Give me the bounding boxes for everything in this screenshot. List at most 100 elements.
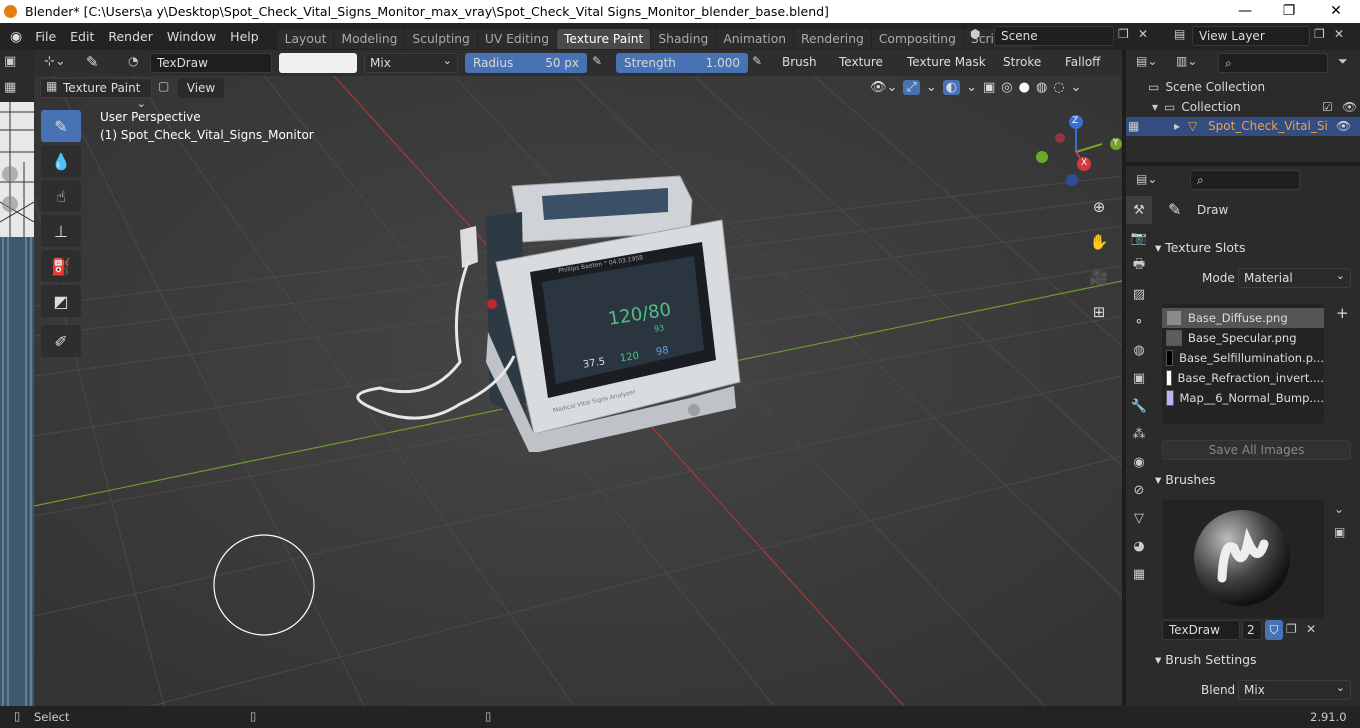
outliner-display-mode-icon[interactable]: ▥⌄	[1176, 54, 1197, 68]
tab-modeling[interactable]: Modeling	[334, 28, 405, 49]
brush-menu[interactable]: Brush	[777, 53, 829, 73]
texture-slots-panel-header[interactable]: ▾ Texture Slots	[1155, 237, 1355, 259]
tab-animation[interactable]: Animation	[716, 28, 794, 49]
tab-texture-paint[interactable]: Texture Paint	[557, 28, 651, 49]
tab-sculpting[interactable]: Sculpting	[405, 28, 477, 49]
menu-file[interactable]: File	[28, 29, 63, 44]
radius-pressure-icon[interactable]: ✎	[592, 54, 602, 68]
editor-type-icon[interactable]: ▣	[4, 54, 16, 69]
strength-pressure-icon[interactable]: ✎	[752, 54, 762, 68]
tab-texture[interactable]: ▦	[1126, 560, 1152, 588]
collection-checkbox[interactable]: ☑	[1322, 98, 1333, 116]
expand-icon[interactable]: ▸	[1174, 117, 1180, 136]
smear-tool[interactable]: ☝	[41, 180, 81, 212]
blender-menu-icon[interactable]: ◉	[10, 29, 22, 45]
texture-slot[interactable]: Base_Diffuse.png	[1162, 308, 1324, 328]
brush-preview-box[interactable]	[1162, 500, 1324, 618]
texture-slot[interactable]: Base_Selfillumination.p...	[1162, 348, 1324, 368]
new-scene-icon[interactable]: ❐	[1118, 27, 1129, 41]
fill-tool[interactable]: ⛽	[41, 250, 81, 282]
pan-button[interactable]: ✋	[1086, 229, 1112, 255]
outliner-collection[interactable]: ▾ ▭ Collection ☑ 👁	[1152, 98, 1360, 116]
delete-view-layer-icon[interactable]: ✕	[1334, 27, 1344, 41]
outliner-object-row[interactable]: ▦ ▸ ▽ Spot_Check_Vital_Si 👁	[1126, 117, 1360, 136]
3d-viewport[interactable]: User Perspective (1) Spot_Check_Vital_Si…	[34, 76, 1122, 706]
tab-object[interactable]: ▣	[1126, 364, 1152, 392]
outliner-scene-collection[interactable]: ▭ Scene Collection	[1148, 78, 1265, 96]
camera-view-button[interactable]: 🎥	[1086, 264, 1112, 290]
tab-world[interactable]: ◍	[1126, 336, 1152, 364]
brush-tool-icon[interactable]: ✎	[86, 53, 99, 71]
tab-rendering[interactable]: Rendering	[794, 28, 871, 49]
brush-color-swatch[interactable]	[279, 53, 357, 73]
menu-window[interactable]: Window	[160, 29, 223, 44]
brush-user-count[interactable]: 2	[1242, 620, 1262, 640]
tab-uv-editing[interactable]: UV Editing	[477, 28, 556, 49]
editor-type-button[interactable]: ⊹⌄	[44, 54, 66, 69]
collection-visibility-icon[interactable]: 👁	[1342, 98, 1357, 116]
tab-layout[interactable]: Layout	[277, 28, 334, 49]
scene-icon[interactable]: ⬢	[970, 27, 980, 41]
object-visibility-icon[interactable]: 👁	[1336, 117, 1351, 136]
close-button[interactable]: ✕	[1313, 0, 1359, 23]
minimize-button[interactable]: —	[1222, 0, 1268, 23]
tab-scene[interactable]: ⚬	[1126, 308, 1152, 336]
blend-mode-dropdown[interactable]: Mix	[364, 53, 458, 73]
maximize-button[interactable]: ❐	[1266, 0, 1312, 23]
tab-output[interactable]: 🖶	[1126, 252, 1152, 280]
fake-user-shield-icon[interactable]: ⛉	[1265, 620, 1283, 640]
filter-icon[interactable]: ⏷	[1338, 54, 1348, 69]
brush-dropdown-icon[interactable]: ⌄	[1334, 502, 1344, 516]
view-menu[interactable]: View	[178, 78, 224, 98]
brush-browse-icon[interactable]: ◔	[128, 54, 138, 68]
tab-constraints[interactable]: ⊘	[1126, 476, 1152, 504]
tab-modifiers[interactable]: 🔧	[1126, 392, 1152, 420]
brush-name-field[interactable]: TexDraw	[1162, 620, 1240, 640]
properties-editor-icon[interactable]: ▤⌄	[1136, 172, 1157, 186]
expand-collapse-icon[interactable]: ▾	[1152, 98, 1158, 116]
texture-mask-menu[interactable]: Texture Mask	[902, 53, 992, 73]
texture-slot[interactable]: Base_Specular.png	[1162, 328, 1324, 348]
outliner-search[interactable]: ⌕	[1218, 53, 1328, 73]
view-layer-icon[interactable]: ▤	[1174, 27, 1185, 41]
zoom-button[interactable]: ⊕	[1086, 194, 1112, 220]
save-all-images-button[interactable]: Save All Images	[1162, 440, 1351, 460]
texture-slot[interactable]: Base_Refraction_invert....	[1162, 368, 1324, 388]
radius-slider[interactable]: Radius 50 px	[465, 53, 587, 73]
clone-tool[interactable]: ⊥	[41, 215, 81, 247]
ortho-toggle-button[interactable]: ⊞	[1086, 299, 1112, 325]
tab-compositing[interactable]: Compositing	[871, 28, 963, 49]
falloff-menu[interactable]: Falloff	[1060, 53, 1116, 73]
menu-edit[interactable]: Edit	[63, 29, 101, 44]
brush-image-icon[interactable]: ▣	[1334, 525, 1345, 539]
tab-material[interactable]: ◕	[1126, 532, 1152, 560]
stroke-menu[interactable]: Stroke	[998, 53, 1054, 73]
monitor-model[interactable]	[350, 172, 750, 452]
menu-render[interactable]: Render	[101, 29, 160, 44]
texture-slot[interactable]: Map__6_Normal_Bump....	[1162, 388, 1324, 408]
tab-particles[interactable]: ⁂	[1126, 420, 1152, 448]
paint-mask-icon[interactable]: ▢	[158, 79, 169, 93]
checker-icon[interactable]: ▦	[4, 80, 16, 95]
tab-view-layer[interactable]: ▨	[1126, 280, 1152, 308]
tab-shading[interactable]: Shading	[651, 28, 716, 49]
scene-field[interactable]: Scene	[994, 26, 1114, 46]
menu-help[interactable]: Help	[223, 29, 266, 44]
unlink-brush-icon[interactable]: ✕	[1306, 622, 1316, 636]
tab-data[interactable]: ▽	[1126, 504, 1152, 532]
add-texture-slot-icon[interactable]: +	[1336, 304, 1349, 322]
duplicate-brush-icon[interactable]: ❐	[1286, 622, 1297, 636]
delete-scene-icon[interactable]: ✕	[1138, 27, 1148, 41]
view-layer-field[interactable]: View Layer	[1192, 26, 1310, 46]
brush-settings-panel-header[interactable]: ▾ Brush Settings	[1155, 649, 1355, 671]
properties-search[interactable]: ⌕	[1190, 170, 1300, 190]
strength-slider[interactable]: Strength 1.000	[616, 53, 748, 73]
tab-render[interactable]: 📷	[1126, 224, 1152, 252]
brush-name-field[interactable]: TexDraw	[150, 53, 272, 73]
annotate-tool[interactable]: ✐	[41, 325, 81, 357]
texture-mode-dropdown[interactable]: Material	[1238, 268, 1351, 288]
tab-physics[interactable]: ◉	[1126, 448, 1152, 476]
outliner-editor-icon[interactable]: ▤⌄	[1136, 54, 1157, 68]
new-view-layer-icon[interactable]: ❐	[1314, 27, 1325, 41]
tab-tool[interactable]: ⚒	[1126, 196, 1152, 224]
